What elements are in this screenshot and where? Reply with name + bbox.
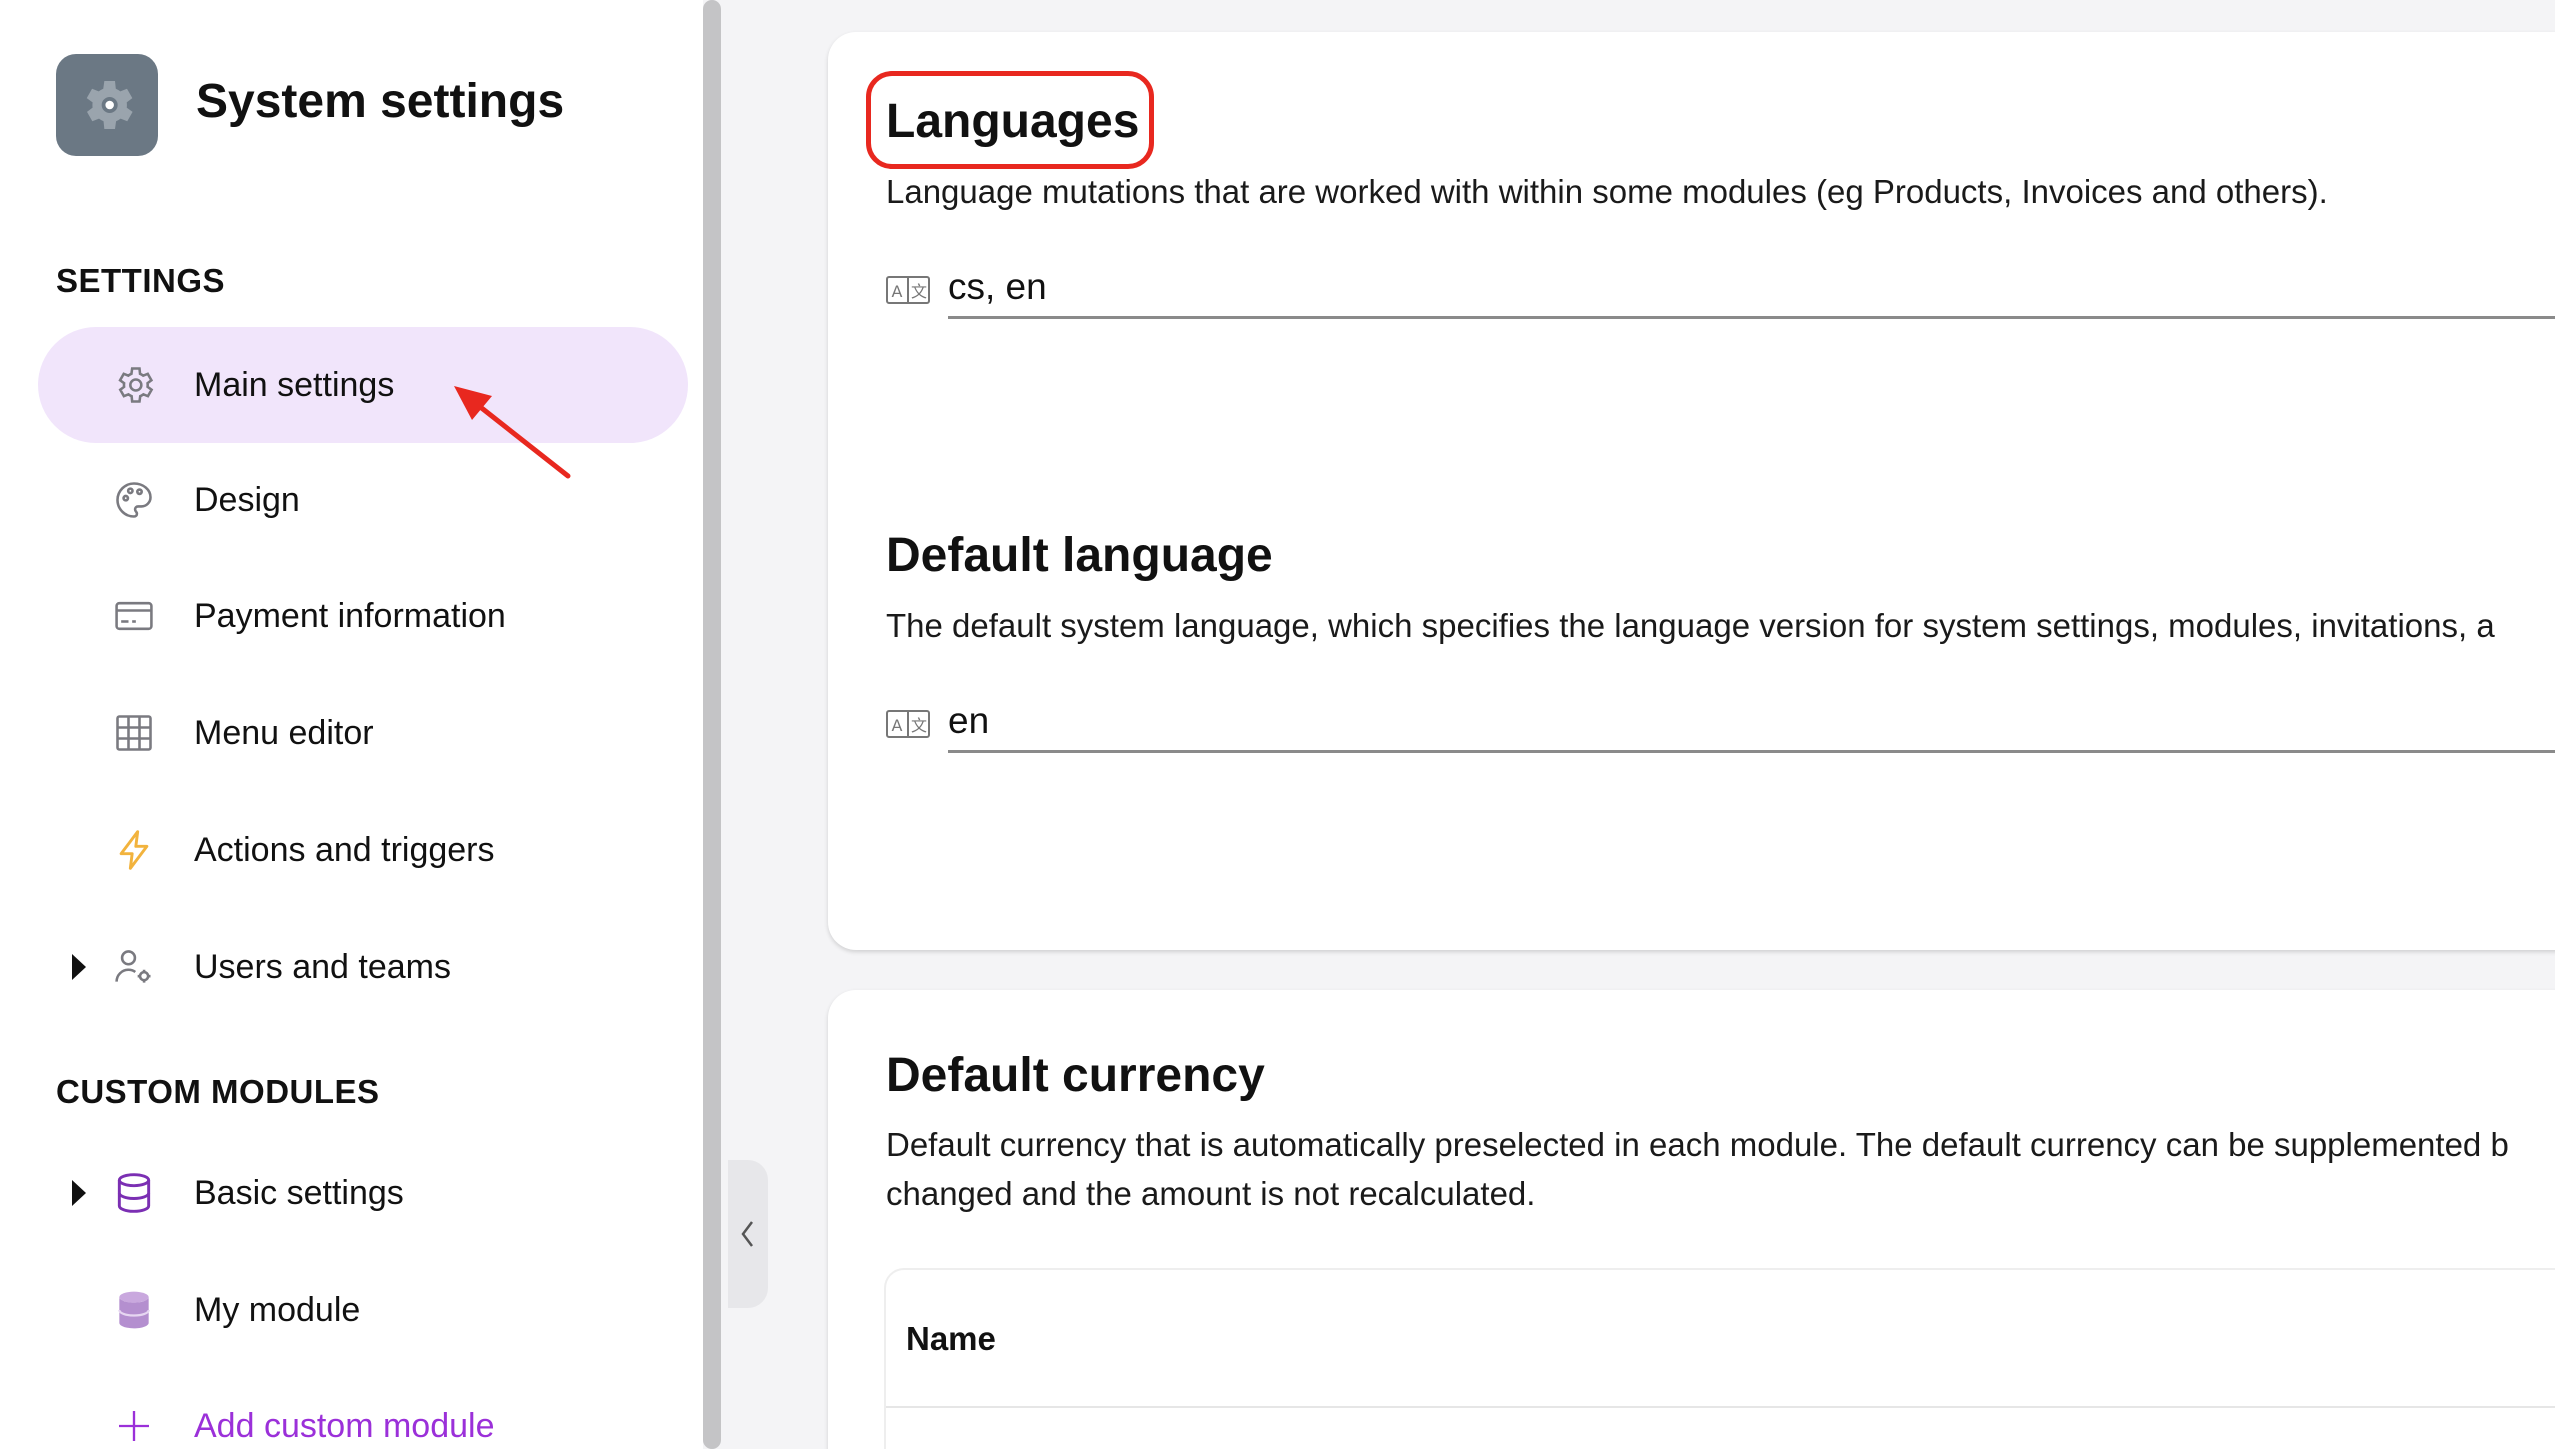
default-currency-card: Default currency Default currency that i… xyxy=(828,990,2555,1449)
languages-description: Language mutations that are worked with … xyxy=(886,173,2328,210)
sidebar-item-label: Users and teams xyxy=(194,947,451,986)
sidebar-item-label: Actions and triggers xyxy=(194,830,495,869)
currency-table: Name xyxy=(884,1268,2555,1449)
plus-icon xyxy=(110,1402,158,1449)
settings-heading: SETTINGS xyxy=(56,262,226,299)
languages-input[interactable] xyxy=(948,257,2555,319)
sidebar-item-basic-settings[interactable]: Basic settings xyxy=(38,1135,688,1251)
languages-card: Languages Language mutations that are wo… xyxy=(828,32,2555,950)
add-custom-module-button[interactable]: Add custom module xyxy=(38,1368,688,1449)
app-title: System settings xyxy=(196,75,565,128)
sidebar-item-payment-information[interactable]: Payment information xyxy=(38,558,688,674)
translate-icon: A 文 xyxy=(886,710,930,738)
sidebar: System settings SETTINGS Main settings D… xyxy=(0,0,703,1449)
expand-caret-icon[interactable] xyxy=(72,1180,86,1206)
gear-icon xyxy=(86,81,133,129)
database-icon xyxy=(110,1169,158,1217)
sidebar-item-label: Design xyxy=(194,480,300,519)
palette-icon xyxy=(110,476,158,524)
gear-icon xyxy=(110,361,158,409)
sidebar-item-label: Menu editor xyxy=(194,713,374,752)
sidebar-item-my-module[interactable]: My module xyxy=(38,1252,688,1368)
translate-icon: A 文 xyxy=(886,276,930,304)
app-logo xyxy=(56,54,158,156)
collapse-sidebar-button[interactable] xyxy=(728,1160,768,1308)
svg-text:A: A xyxy=(892,716,903,735)
sidebar-item-label: Main settings xyxy=(194,365,395,404)
annotation-arrow-icon xyxy=(454,386,571,479)
table-header-name: Name xyxy=(906,1320,996,1357)
grid-icon xyxy=(110,709,158,757)
annotation-highlight-box xyxy=(866,71,1154,169)
credit-card-icon xyxy=(110,592,158,640)
lightning-icon xyxy=(110,826,158,874)
table-divider xyxy=(886,1406,2555,1408)
users-gear-icon xyxy=(110,943,158,991)
svg-text:文: 文 xyxy=(911,282,927,301)
custom-modules-heading: CUSTOM MODULES xyxy=(56,1073,380,1110)
default-language-title: Default language xyxy=(886,529,1273,582)
default-language-description: The default system language, which speci… xyxy=(886,607,2495,644)
svg-text:文: 文 xyxy=(911,716,927,735)
sidebar-item-label: Payment information xyxy=(194,596,506,635)
database-filled-icon xyxy=(110,1286,158,1334)
default-language-input[interactable] xyxy=(948,691,2555,753)
sidebar-item-menu-editor[interactable]: Menu editor xyxy=(38,675,688,791)
sidebar-scrollbar[interactable] xyxy=(703,0,721,1449)
expand-caret-icon[interactable] xyxy=(72,954,86,980)
default-currency-description-line2: changed and the amount is not recalculat… xyxy=(886,1175,1536,1212)
sidebar-item-label: Add custom module xyxy=(194,1406,495,1445)
sidebar-item-users-and-teams[interactable]: Users and teams xyxy=(38,909,688,1025)
default-currency-description-line1: Default currency that is automatically p… xyxy=(886,1126,2509,1163)
sidebar-item-label: My module xyxy=(194,1290,361,1329)
default-currency-title: Default currency xyxy=(886,1049,1265,1102)
svg-text:A: A xyxy=(892,282,903,301)
sidebar-item-actions-and-triggers[interactable]: Actions and triggers xyxy=(38,792,688,908)
sidebar-item-label: Basic settings xyxy=(194,1173,404,1212)
chevron-left-icon xyxy=(741,1221,753,1247)
